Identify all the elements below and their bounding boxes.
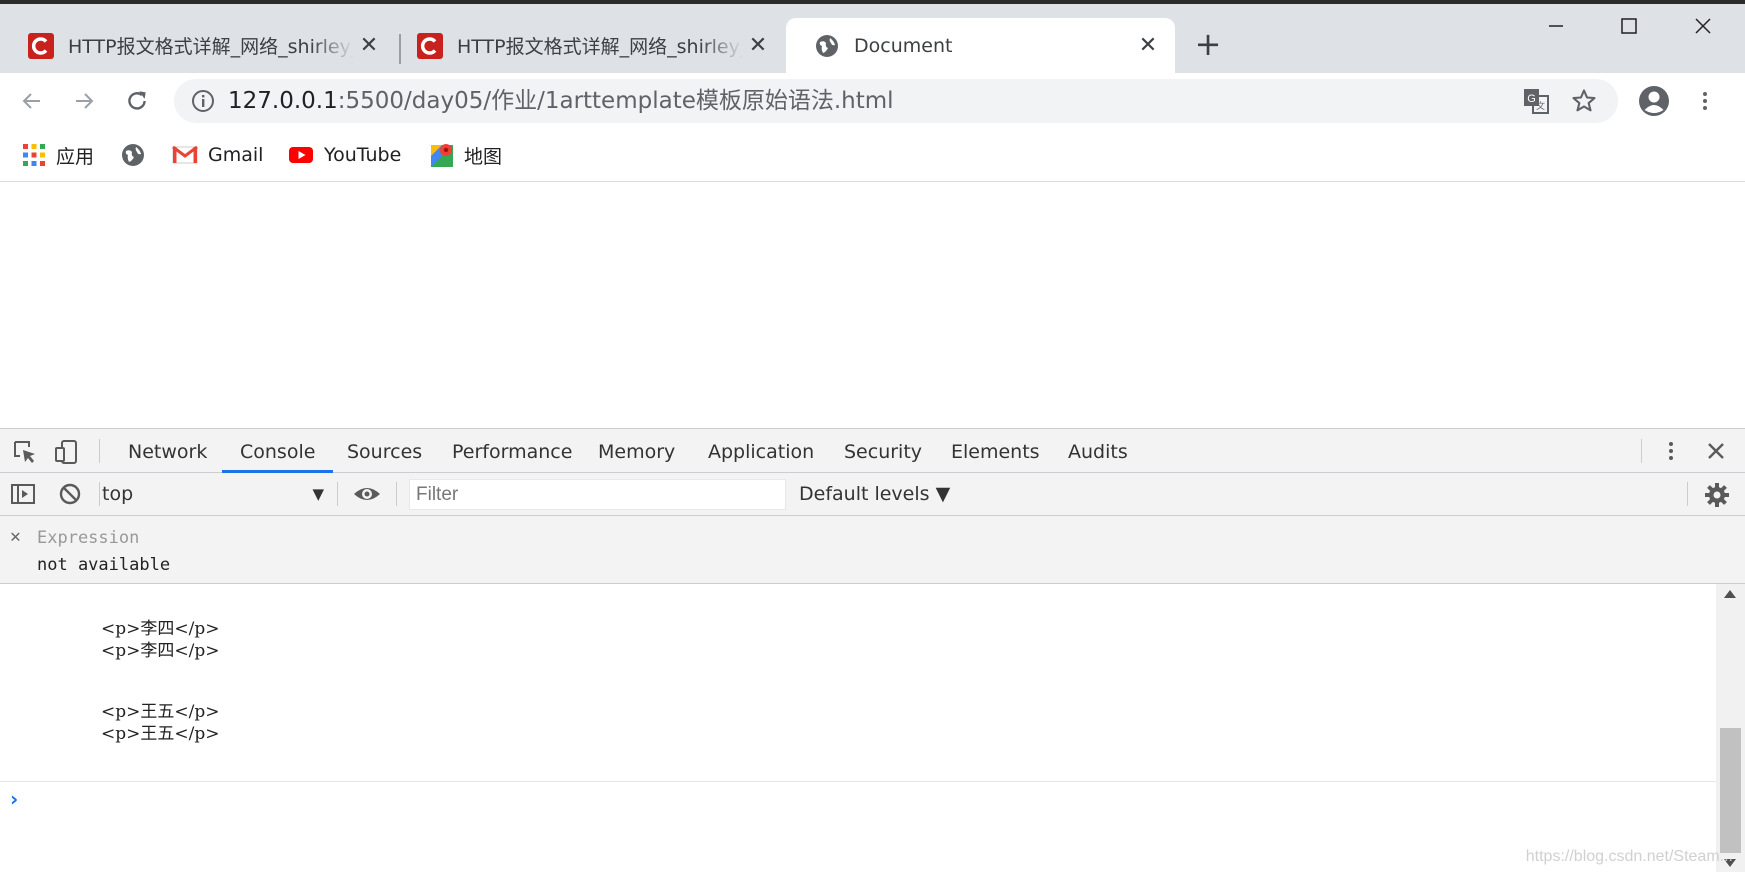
bookmark-label: Gmail [208, 144, 264, 166]
svg-text:G: G [1527, 93, 1536, 105]
inspect-element-icon[interactable] [12, 439, 38, 465]
devtools-close-icon[interactable] [1704, 439, 1728, 463]
log-levels-dropdown[interactable]: Default levels ▼ [799, 479, 950, 509]
minimize-icon[interactable] [1536, 16, 1576, 46]
globe-icon [120, 142, 146, 168]
svg-text:文: 文 [1536, 100, 1545, 111]
url-host: 127.0.0.1 [228, 88, 338, 114]
clear-console-icon[interactable] [58, 482, 82, 506]
csdn-icon [28, 32, 54, 59]
tab-title: Document [854, 34, 953, 57]
menu-button[interactable] [1685, 81, 1725, 121]
bookmark-apps[interactable]: 应用 [22, 140, 94, 170]
youtube-icon [288, 145, 314, 165]
maps-icon [430, 142, 454, 168]
close-tab-icon[interactable]: ✕ [354, 33, 384, 58]
scroll-up-arrow-icon[interactable] [1724, 590, 1736, 598]
expression-value: not available [37, 555, 171, 575]
devtools-tab-performance[interactable]: Performance [434, 429, 590, 473]
close-tab-icon[interactable]: ✕ [1133, 33, 1163, 58]
bookmark-label: 应用 [56, 145, 95, 168]
toolbar-divider [337, 482, 338, 506]
bookmark-gmail[interactable]: Gmail [172, 140, 263, 170]
scrollbar-thumb[interactable] [1720, 728, 1741, 853]
console-toolbar: top ▼ Default levels ▼ [0, 473, 1745, 516]
devtools-tab-sources[interactable]: Sources [329, 429, 440, 473]
toolbar-divider [99, 482, 100, 506]
toolbar-divider [396, 482, 397, 506]
sidebar-toggle-icon[interactable] [10, 482, 36, 506]
back-button[interactable] [12, 81, 52, 121]
avatar-icon [1639, 86, 1669, 116]
remove-expression-icon[interactable]: ✕ [10, 526, 21, 547]
toolbar-divider [1687, 482, 1688, 506]
devtools-tab-elements[interactable]: Elements [933, 429, 1058, 473]
arrow-right-icon [76, 93, 94, 109]
live-expression-eye-icon[interactable] [352, 482, 382, 506]
devtools-tab-application[interactable]: Application [690, 429, 832, 473]
forward-button[interactable] [64, 81, 104, 121]
toolbar-divider [99, 439, 100, 463]
csdn-icon [417, 32, 443, 59]
close-window-icon[interactable] [1683, 16, 1723, 46]
browser-tab-1[interactable]: HTTP报文格式详解_网络_shirley_zx ✕ [0, 18, 396, 73]
devtools-tab-security[interactable]: Security [826, 429, 940, 473]
tab-title: HTTP报文格式详解_网络_shirley_zx [457, 36, 743, 58]
devtools-panel: Network Console Sources Performance Memo… [0, 428, 1745, 872]
bookmark-label: 地图 [464, 145, 503, 168]
dropdown-arrow-icon: ▼ [312, 485, 324, 503]
console-output: <p>李四</p> <p>李四</p> <p>王五</p> <p>王五</p> … [0, 584, 1716, 872]
gmail-icon [172, 145, 198, 165]
live-expression-pane: ✕ Expression not available [0, 516, 1745, 584]
bookmarks-bar: 应用 Gmail YouTube 地图 [0, 128, 1745, 182]
console-scrollbar[interactable] [1716, 584, 1745, 872]
console-filter-input[interactable] [409, 479, 786, 510]
console-log-line: <p>王五</p> [101, 724, 220, 744]
url-path: :5500/day05/作业/1arttemplate模板原始语法.html [337, 88, 894, 114]
address-bar[interactable]: 127.0.0.1:5500/day05/作业/1arttemplate模板原始… [174, 79, 1618, 123]
context-value: top [102, 483, 134, 505]
devtools-tabbar: Network Console Sources Performance Memo… [0, 429, 1745, 473]
translate-icon[interactable]: G文 [1522, 87, 1550, 115]
context-selector[interactable]: top ▼ [102, 479, 324, 509]
devtools-more-icon[interactable] [1659, 439, 1683, 463]
maximize-icon[interactable] [1609, 16, 1649, 46]
devtools-tab-network[interactable]: Network [110, 429, 225, 473]
browser-toolbar: 127.0.0.1:5500/day05/作业/1arttemplate模板原始… [0, 73, 1745, 128]
toolbar-divider [1641, 439, 1642, 463]
watermark: https://blog.csdn.net/Steam... [1525, 848, 1733, 865]
url-text[interactable]: 127.0.0.1:5500/day05/作业/1arttemplate模板原始… [228, 79, 894, 123]
reload-icon [128, 91, 146, 110]
devtools-tab-audits[interactable]: Audits [1050, 429, 1146, 473]
bookmark-label: YouTube [324, 144, 402, 166]
info-icon[interactable] [190, 88, 216, 114]
close-tab-icon[interactable]: ✕ [743, 33, 773, 58]
profile-button[interactable] [1634, 81, 1674, 121]
bookmark-globe[interactable] [120, 140, 156, 170]
apps-grid-icon [22, 143, 46, 167]
console-prompt-icon[interactable]: › [10, 787, 18, 811]
arrow-left-icon [22, 93, 40, 109]
tab-title: HTTP报文格式详解_网络_shirley_zx [68, 36, 354, 58]
browser-tab-2[interactable]: HTTP报文格式详解_网络_shirley_zx ✕ [389, 18, 785, 73]
expression-input[interactable]: Expression [37, 528, 139, 548]
kebab-menu-icon [1703, 92, 1707, 110]
bookmark-star-icon[interactable] [1570, 87, 1598, 115]
console-settings-gear-icon[interactable] [1704, 482, 1730, 508]
globe-icon [816, 34, 838, 57]
bookmark-youtube[interactable]: YouTube [288, 140, 401, 170]
bookmark-maps[interactable]: 地图 [430, 140, 502, 170]
device-toolbar-icon[interactable] [54, 439, 80, 465]
devtools-tab-console[interactable]: Console [222, 429, 334, 473]
console-log-line: <p>李四</p> [101, 641, 220, 661]
reload-button[interactable] [117, 81, 157, 121]
page-viewport [0, 183, 1745, 428]
prompt-divider [0, 781, 1716, 782]
browser-tab-active[interactable]: Document ✕ [786, 18, 1175, 73]
new-tab-button[interactable]: + [1193, 28, 1223, 60]
tab-strip: HTTP报文格式详解_网络_shirley_zx ✕ HTTP报文格式详解_网络… [0, 4, 1745, 73]
devtools-tab-memory[interactable]: Memory [580, 429, 693, 473]
